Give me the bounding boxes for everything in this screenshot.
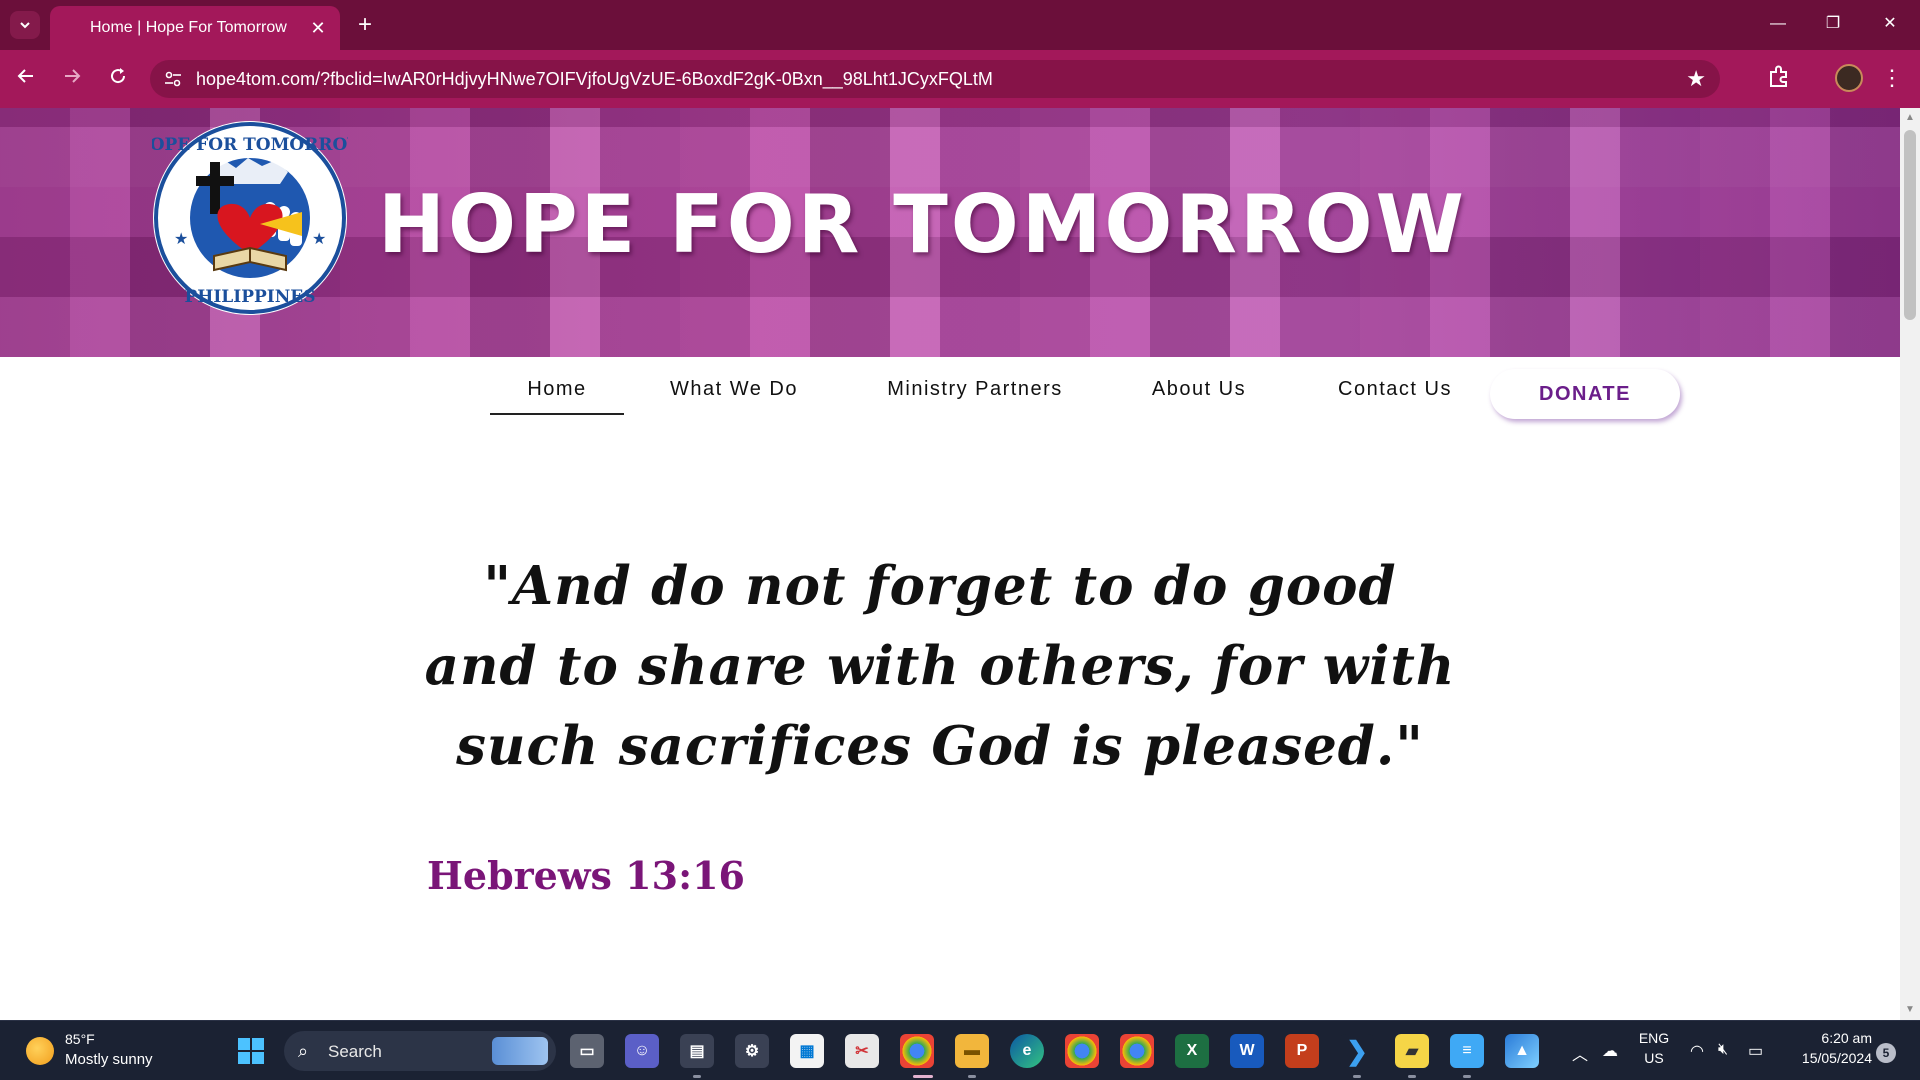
notes-app-icon[interactable]: ▤ (680, 1034, 714, 1068)
clock-date[interactable]: 15/05/2024 (1782, 1050, 1872, 1066)
snipping-tool-icon[interactable]: ✂ (845, 1034, 879, 1068)
browser-tabstrip: Home | Hope For Tomorrow ✕ + — ❐ ✕ (0, 0, 1920, 50)
speaker-muted-icon[interactable]: 🔇︎ (1718, 1041, 1728, 1059)
sticky-running-indicator (1408, 1075, 1416, 1078)
tab-close-icon[interactable]: ✕ (308, 18, 328, 38)
word-icon[interactable]: W (1230, 1034, 1264, 1068)
chevron-down-icon (20, 22, 30, 29)
onedrive-cloud-icon[interactable]: ☁ (1602, 1041, 1618, 1061)
settings-gear-icon[interactable]: ⚙ (735, 1034, 769, 1068)
close-window-button[interactable]: ✕ (1870, 8, 1910, 40)
vscode-running-indicator (1353, 1075, 1361, 1078)
browser-menu-icon[interactable]: ⋮ (1880, 62, 1904, 94)
site-info-icon[interactable] (162, 68, 184, 90)
chrome-icon[interactable] (900, 1034, 934, 1068)
search-icon: ⌕ (298, 1041, 309, 1061)
vscode-icon[interactable]: ❯ (1340, 1034, 1374, 1068)
photos-icon[interactable]: ▲ (1505, 1034, 1539, 1068)
notes-running-indicator (693, 1075, 701, 1078)
tab-title: Home | Hope For Tomorrow (90, 19, 287, 36)
excel-icon[interactable]: X (1175, 1034, 1209, 1068)
region-indicator[interactable]: US (1636, 1050, 1672, 1066)
windows-taskbar: 85°F Mostly sunny ⌕ Search ▭ ☺ ▤ ⚙ ▦ ✂ ▬… (0, 1020, 1920, 1080)
svg-text:★: ★ (312, 231, 326, 248)
donate-button[interactable]: DONATE (1490, 369, 1680, 419)
chrome-profile-3-icon[interactable] (1120, 1034, 1154, 1068)
windows-start-icon[interactable] (234, 1034, 268, 1068)
notepad-icon[interactable]: ≡ (1450, 1034, 1484, 1068)
tab-search-button[interactable] (10, 11, 40, 39)
battery-icon[interactable]: ▭ (1748, 1041, 1763, 1061)
scroll-thumb[interactable] (1904, 130, 1916, 320)
chrome-profile-2-icon[interactable] (1065, 1034, 1099, 1068)
reload-icon (111, 68, 126, 84)
notepad-running-indicator (1463, 1075, 1471, 1078)
site-title: HOPE FOR TOMORROW (378, 178, 1467, 271)
bookmark-star-icon[interactable]: ★ (1686, 66, 1706, 92)
site-navigation: Home What We Do Ministry Partners About … (0, 357, 1900, 427)
browser-tab-active[interactable]: Home | Hope For Tomorrow ✕ (50, 6, 340, 50)
show-hidden-icons-chevron-icon[interactable]: ︿ (1572, 1041, 1588, 1065)
header-banner: HOPE FOR TOMORROW PHILIPPINES ★ ★ HOPE F… (0, 108, 1900, 357)
teams-chat-icon[interactable]: ☺ (625, 1034, 659, 1068)
nav-contact-us[interactable]: Contact Us (1320, 375, 1470, 415)
nav-what-we-do[interactable]: What We Do (656, 375, 812, 415)
hope-for-tomorrow-logo[interactable]: HOPE FOR TOMORROW PHILIPPINES ★ ★ (152, 120, 348, 316)
clock-time[interactable]: 6:20 am (1782, 1030, 1872, 1046)
search-highlight-image (492, 1037, 548, 1065)
weather-temperature[interactable]: 85°F (65, 1031, 95, 1047)
new-tab-button[interactable]: + (352, 12, 378, 38)
restore-button[interactable]: ❐ (1813, 8, 1853, 40)
taskbar-search-box[interactable]: ⌕ Search (284, 1031, 556, 1071)
nav-home[interactable]: Home (490, 375, 624, 415)
wifi-icon[interactable]: ◠ (1690, 1041, 1704, 1061)
bible-quote: "And do not forget to do good and to sha… (424, 555, 1456, 777)
arrow-right-icon (65, 69, 81, 83)
logo-text-top: HOPE FOR TOMORROW (152, 135, 348, 155)
logo-text-bottom: PHILIPPINES (185, 287, 316, 307)
url-text[interactable]: hope4tom.com/?fbclid=IwAR0rHdjvyHNwe7OIF… (196, 69, 993, 90)
file-explorer-folder-icon[interactable]: ▬ (955, 1034, 989, 1068)
arrow-left-icon (17, 69, 33, 83)
chrome-running-indicator (913, 1075, 933, 1078)
sticky-notes-icon[interactable]: ▰ (1395, 1034, 1429, 1068)
profile-avatar[interactable] (1835, 64, 1863, 92)
microsoft-store-icon[interactable]: ▦ (790, 1034, 824, 1068)
notification-badge[interactable]: 5 (1876, 1043, 1896, 1063)
page-scrollbar[interactable]: ▲ ▼ (1900, 108, 1920, 1020)
nav-ministry-partners[interactable]: Ministry Partners (870, 375, 1080, 415)
extensions-puzzle-icon[interactable] (1766, 64, 1796, 94)
quote-citation: Hebrews 13:16 (427, 853, 745, 898)
page-viewport: HOPE FOR TOMORROW PHILIPPINES ★ ★ HOPE F… (0, 108, 1900, 1020)
scroll-up-arrow-icon[interactable]: ▲ (1905, 112, 1915, 123)
weather-sun-icon[interactable] (26, 1037, 54, 1065)
weather-description[interactable]: Mostly sunny (65, 1051, 153, 1068)
address-bar[interactable]: hope4tom.com/?fbclid=IwAR0rHdjvyHNwe7OIF… (150, 60, 1720, 98)
powerpoint-icon[interactable]: P (1285, 1034, 1319, 1068)
minimize-button[interactable]: — (1758, 8, 1798, 40)
reload-button[interactable] (102, 63, 134, 95)
forward-button[interactable] (56, 63, 88, 95)
taskbar-search-label: Search (328, 1042, 382, 1061)
svg-text:★: ★ (174, 231, 188, 248)
explorer-running-indicator (968, 1075, 976, 1078)
task-view-icon[interactable]: ▭ (570, 1034, 604, 1068)
back-button[interactable] (10, 63, 42, 95)
browser-toolbar: hope4tom.com/?fbclid=IwAR0rHdjvyHNwe7OIF… (0, 50, 1920, 108)
language-indicator[interactable]: ENG (1636, 1030, 1672, 1046)
nav-about-us[interactable]: About Us (1140, 375, 1258, 415)
scroll-down-arrow-icon[interactable]: ▼ (1905, 1004, 1915, 1015)
edge-browser-icon[interactable]: e (1010, 1034, 1044, 1068)
